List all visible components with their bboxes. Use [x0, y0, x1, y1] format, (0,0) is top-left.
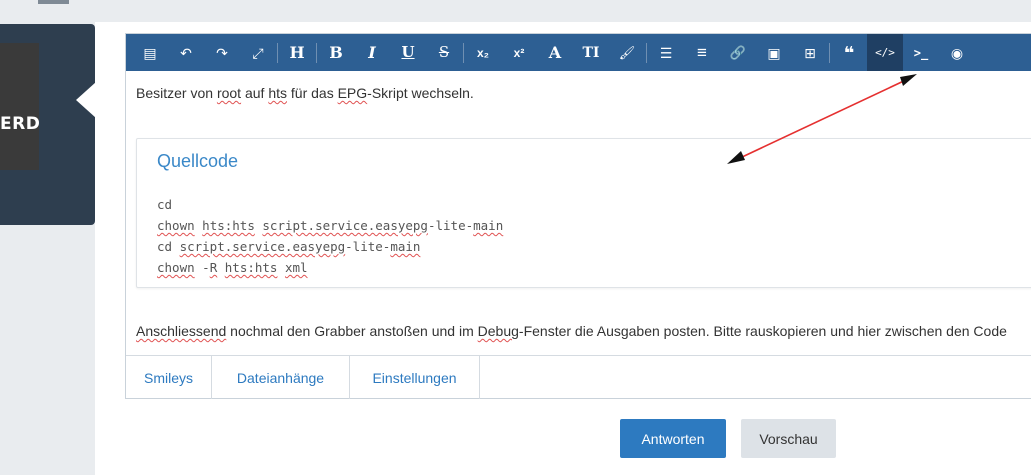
editor-tabs: Smileys Dateianhänge Einstellungen: [126, 355, 1031, 399]
submit-button[interactable]: Antworten: [620, 419, 726, 458]
heading-icon[interactable]: H: [279, 34, 315, 71]
code-line: cd script.service.easyepg-lite-main: [157, 239, 421, 254]
avatar[interactable]: ERD: [0, 43, 39, 170]
italic-icon[interactable]: I: [354, 34, 390, 71]
fullscreen-icon[interactable]: ⤢: [240, 34, 276, 71]
code-line: chown hts:hts script.service.easyepg-lit…: [157, 218, 504, 233]
toolbar-divider: [463, 42, 464, 63]
toolbar-divider: [646, 42, 647, 63]
toolbar-divider: [829, 42, 830, 63]
code-line: chown -R hts:hts xml: [157, 260, 308, 275]
bold-icon[interactable]: B: [318, 34, 354, 71]
code-block[interactable]: Quellcode cd chown hts:hts script.service…: [136, 138, 1031, 288]
avatar-text: ERD: [0, 114, 39, 134]
speech-pointer: [76, 82, 96, 118]
table-icon[interactable]: ⊞: [792, 34, 828, 71]
editor-content[interactable]: Besitzer von root auf hts für das EPG-Sk…: [126, 71, 1031, 355]
editor-toolbar: ▤ ↶ ↷ ⤢ H B I U S x₂ x² A TI 🖌 ☰ ≡ 🔗 ▣ ⊞…: [126, 34, 1031, 71]
tab-smileys[interactable]: Smileys: [126, 356, 212, 399]
toolbar-divider: [316, 42, 317, 63]
quote-icon[interactable]: ❝: [831, 34, 867, 71]
preview-button[interactable]: Vorschau: [741, 419, 836, 458]
code-line: cd: [157, 197, 173, 212]
subscript-icon[interactable]: x₂: [465, 34, 501, 71]
code-lines: cd chown hts:hts script.service.easyepg-l…: [157, 194, 503, 278]
tab-attachments[interactable]: Dateianhänge: [212, 356, 350, 399]
tab-settings[interactable]: Einstellungen: [350, 356, 480, 399]
redo-icon[interactable]: ↷: [204, 34, 240, 71]
image-icon[interactable]: ▣: [756, 34, 792, 71]
undo-icon[interactable]: ↶: [168, 34, 204, 71]
superscript-icon[interactable]: x²: [501, 34, 537, 71]
list-icon[interactable]: ☰: [648, 34, 684, 71]
font-size-icon[interactable]: TI: [573, 34, 609, 71]
rich-text-editor: ▤ ↶ ↷ ⤢ H B I U S x₂ x² A TI 🖌 ☰ ≡ 🔗 ▣ ⊞…: [125, 33, 1031, 399]
paint-brush-icon[interactable]: 🖌: [609, 34, 645, 71]
top-nav-stub: [38, 0, 69, 4]
font-family-icon[interactable]: A: [537, 34, 573, 71]
source-view-icon[interactable]: ▤: [132, 34, 168, 71]
code-icon[interactable]: </>: [867, 34, 903, 71]
spoiler-icon[interactable]: ◉: [939, 34, 975, 71]
align-icon[interactable]: ≡: [684, 34, 720, 71]
underline-icon[interactable]: U: [390, 34, 426, 71]
inline-code-icon[interactable]: >_: [903, 34, 939, 71]
toolbar-divider: [277, 42, 278, 63]
user-sidebar-card: ERD: [0, 24, 96, 225]
paragraph-owner-change: Besitzer von root auf hts für das EPG-Sk…: [136, 85, 474, 101]
code-block-title: Quellcode: [157, 151, 239, 171]
paragraph-instructions: Anschliessend nochmal den Grabber anstoß…: [136, 323, 1007, 339]
link-icon[interactable]: 🔗: [720, 34, 756, 71]
strikethrough-icon[interactable]: S: [426, 34, 462, 71]
